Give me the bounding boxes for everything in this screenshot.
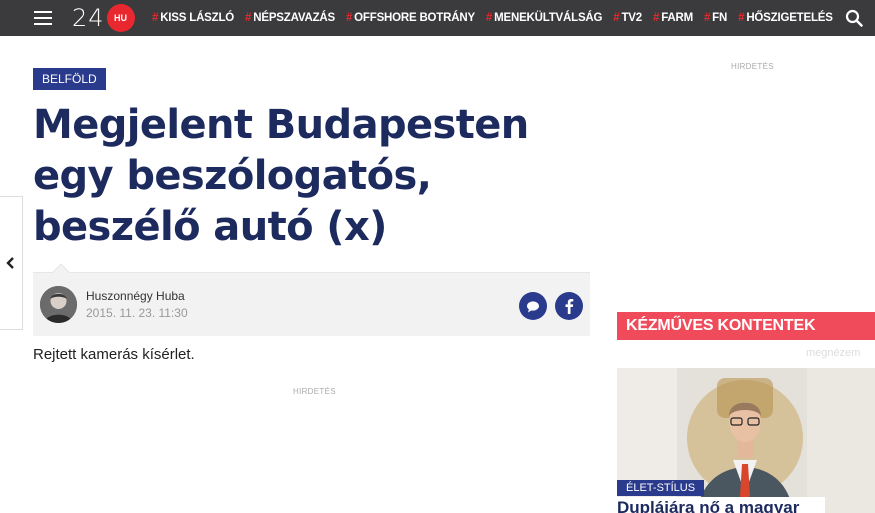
author-box-notch [52,263,70,281]
menu-icon[interactable] [34,11,52,25]
nav-item-label: TV2 [621,12,642,24]
previous-article-arrow[interactable] [0,196,23,330]
promo-section-header[interactable]: KÉZMŰVES KONTENTEK [617,312,875,340]
article-lead: Rejtett kamerás kísérlet. [33,346,195,363]
chevron-left-icon [5,257,14,269]
ad-label-sidebar: HIRDETÉS [731,62,774,71]
author-name[interactable]: Huszonnégy Huba [86,289,185,303]
nav-item-label: FARM [661,12,693,24]
nav-item-label: OFFSHORE BOTRÁNY [354,12,475,24]
article-title: Megjelent Budapesten egy beszólogatós, b… [33,102,529,250]
comment-button[interactable] [519,292,547,320]
nav-item-label: KISS LÁSZLÓ [160,12,235,24]
nav-item-label: MENEKÜLTVÁLSÁG [494,12,603,24]
nav-item-label: NÉPSZAVAZÁS [253,12,335,24]
topic-nav: # KISS LÁSZLÓ # NÉPSZAVAZÁS # OFFSHORE BOTRÁN… [152,0,844,36]
logo-badge: HU [106,4,135,32]
hash-icon: # [738,12,745,24]
avatar[interactable] [40,286,77,323]
publish-date: 2015. 11. 23. 11:30 [86,306,188,320]
nav-item-4[interactable]: # TV2 [613,12,642,24]
facebook-share-button[interactable] [555,292,583,320]
promo-article-title[interactable]: Duplájára nő a magyar [617,497,825,513]
hash-icon: # [345,12,353,24]
nav-item-label: FN [712,12,728,24]
hash-icon: # [485,12,493,24]
nav-item-6[interactable]: # FN [704,12,727,24]
nav-item-3[interactable]: # MENEKÜLTVÁLSÁG [485,12,603,24]
comment-icon [527,300,539,312]
promo-category-tag[interactable]: ÉLET-STÍLUS [617,480,705,496]
promo-view-link[interactable]: megnézem [806,347,860,359]
site-logo[interactable]: 24 HU [72,4,135,32]
nav-item-1[interactable]: # NÉPSZAVAZÁS [245,12,335,24]
author-box: Huszonnégy Huba 2015. 11. 23. 11:30 [33,263,590,336]
hash-icon: # [613,12,620,24]
facebook-icon [565,299,574,314]
category-badge[interactable]: BELFÖLD [33,68,106,90]
ad-label-content: HIRDETÉS [293,387,336,396]
hash-icon: # [245,12,252,24]
nav-item-label: HŐSZIGETELÉS [746,12,833,24]
logo-number: 24 [72,4,105,32]
hash-icon: # [652,12,660,24]
nav-item-5[interactable]: # FARM [653,12,693,24]
nav-item-7[interactable]: # HŐSZIGETELÉS [738,12,833,24]
search-icon[interactable] [845,9,863,27]
top-navigation-bar: 24 HU # KISS LÁSZLÓ # NÉPSZAVAZÁS # OFFSHORE … [0,0,875,36]
nav-item-0[interactable]: # KISS LÁSZLÓ [152,12,234,24]
hash-icon: # [703,12,711,24]
hash-icon: # [152,12,159,24]
nav-item-2[interactable]: # OFFSHORE BOTRÁNY [346,12,475,24]
